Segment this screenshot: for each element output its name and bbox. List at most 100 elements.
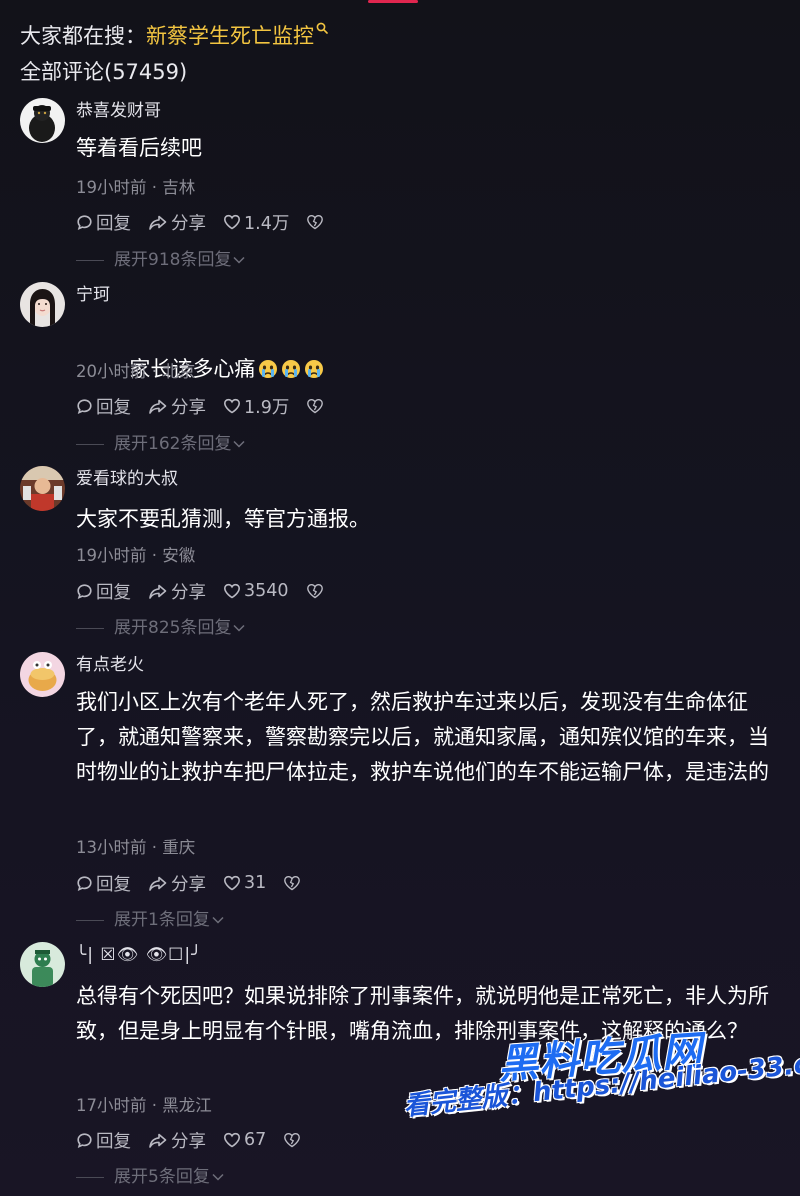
avatar[interactable] — [20, 652, 65, 697]
comments-page: { "search_hint": { "label": "大家都在搜：", "t… — [0, 0, 800, 1196]
share-button[interactable]: 分享 — [148, 871, 206, 896]
reply-icon — [76, 875, 93, 892]
username[interactable]: 宁珂 — [76, 284, 110, 306]
comment-text: 我们小区上次有个老年人死了，然后救护车过来以后，发现没有生命体征了，就通知警察来… — [76, 690, 769, 784]
reply-button[interactable]: 回复 — [76, 579, 131, 604]
avatar[interactable] — [20, 942, 65, 987]
comment-actions: 回复 分享 31 — [76, 871, 321, 895]
reply-button[interactable]: 回复 — [76, 1128, 131, 1153]
comment-meta: 13小时前 · 重庆 — [76, 838, 196, 857]
comment-meta: 19小时前 · 吉林 — [76, 178, 196, 197]
divider — [76, 1176, 104, 1178]
dislike-button[interactable] — [306, 398, 327, 414]
share-button[interactable]: 分享 — [148, 579, 206, 604]
chevron-down-icon — [212, 1166, 224, 1188]
username[interactable]: ╰| ☒👁 👁☐|╯ — [76, 944, 202, 966]
dislike-button[interactable] — [306, 214, 327, 230]
reply-icon — [76, 398, 93, 415]
heart-icon — [223, 398, 241, 414]
reply-label: 回复 — [96, 582, 131, 603]
dislike-button[interactable] — [283, 1132, 304, 1148]
chevron-down-icon — [233, 433, 245, 455]
broken-heart-icon — [306, 583, 324, 599]
avatar[interactable] — [20, 98, 65, 143]
crying-face-icon — [259, 360, 278, 378]
search-icon — [316, 16, 328, 44]
expand-replies-label: 展开162条回复 — [114, 434, 232, 454]
username[interactable]: 有点老火 — [76, 654, 144, 676]
like-count: 1.4万 — [244, 213, 290, 234]
share-label: 分享 — [171, 213, 206, 234]
expand-replies-button[interactable]: 展开918条回复 — [76, 249, 245, 271]
reply-button[interactable]: 回复 — [76, 210, 131, 235]
tab-indicator — [368, 0, 418, 3]
dislike-button[interactable] — [306, 583, 327, 599]
chevron-down-icon — [233, 249, 245, 271]
reply-icon — [76, 214, 93, 231]
expand-replies-button[interactable]: 展开162条回复 — [76, 433, 245, 455]
crying-face-icon — [282, 360, 301, 378]
share-icon — [148, 583, 168, 600]
share-label: 分享 — [171, 1131, 206, 1152]
broken-heart-icon — [283, 875, 301, 891]
broken-heart-icon — [306, 398, 324, 414]
search-suggestion-term[interactable]: 新蔡学生死亡监控 — [146, 22, 314, 50]
comment-text: 大家不要乱猜测，等官方通报。 — [76, 507, 370, 531]
share-button[interactable]: 分享 — [148, 210, 206, 235]
comment-text: 等着看后续吧 — [76, 136, 202, 160]
share-label: 分享 — [171, 397, 206, 418]
avatar[interactable] — [20, 282, 65, 327]
broken-heart-icon — [283, 1132, 301, 1148]
watermark-url: 看完整版：https://heiliao-33.com — [402, 1044, 800, 1122]
crying-face-icon — [305, 360, 324, 378]
chevron-down-icon — [233, 617, 245, 639]
heart-icon — [223, 875, 241, 891]
expand-replies-button[interactable]: 展开5条回复 — [76, 1166, 224, 1188]
comment-actions: 回复 分享 3540 — [76, 579, 344, 603]
like-button[interactable]: 67 — [223, 1130, 266, 1150]
share-button[interactable]: 分享 — [148, 1128, 206, 1153]
like-count: 31 — [244, 873, 267, 893]
heart-icon — [223, 583, 241, 599]
divider — [76, 919, 104, 921]
like-button[interactable]: 1.4万 — [223, 210, 289, 235]
heart-icon — [223, 214, 241, 230]
divider — [76, 259, 104, 261]
divider — [76, 443, 104, 445]
chevron-down-icon — [212, 909, 224, 931]
reply-label: 回复 — [96, 397, 131, 418]
search-suggestion[interactable]: 大家都在搜： 新蔡学生死亡监控 — [20, 22, 328, 50]
username[interactable]: 爱看球的大叔 — [76, 468, 178, 490]
like-button[interactable]: 3540 — [223, 581, 289, 601]
expand-replies-button[interactable]: 展开825条回复 — [76, 617, 245, 639]
comment-text: 总得有个死因吧？如果说排除了刑事案件，就说明他是正常死亡，非人为所致，但是身上明… — [76, 984, 769, 1043]
expand-replies-label: 展开825条回复 — [114, 618, 232, 638]
divider — [76, 627, 104, 629]
search-suggestion-label: 大家都在搜： — [20, 24, 146, 48]
like-button[interactable]: 1.9万 — [223, 394, 289, 419]
reply-icon — [76, 1132, 93, 1149]
share-icon — [148, 214, 168, 231]
expand-replies-button[interactable]: 展开1条回复 — [76, 909, 224, 931]
comment-meta: 20小时前 · 北京 — [76, 362, 196, 381]
heart-icon — [223, 1132, 241, 1148]
share-label: 分享 — [171, 874, 206, 895]
expand-replies-label: 展开5条回复 — [114, 1167, 210, 1187]
like-count: 3540 — [244, 581, 289, 601]
comment-meta: 19小时前 · 安徽 — [76, 546, 196, 565]
like-count: 67 — [244, 1130, 267, 1150]
comment-actions: 回复 分享 1.4万 — [76, 210, 344, 234]
expand-replies-label: 展开918条回复 — [114, 250, 232, 270]
reply-button[interactable]: 回复 — [76, 871, 131, 896]
username[interactable]: 恭喜发财哥 — [76, 100, 161, 122]
reply-button[interactable]: 回复 — [76, 394, 131, 419]
avatar[interactable] — [20, 466, 65, 511]
reply-label: 回复 — [96, 1131, 131, 1152]
comment-actions: 回复 分享 1.9万 — [76, 394, 344, 418]
reply-icon — [76, 583, 93, 600]
like-button[interactable]: 31 — [223, 873, 266, 893]
share-button[interactable]: 分享 — [148, 394, 206, 419]
share-icon — [148, 1132, 168, 1149]
comment-actions: 回复 分享 67 — [76, 1128, 321, 1152]
dislike-button[interactable] — [283, 875, 304, 891]
